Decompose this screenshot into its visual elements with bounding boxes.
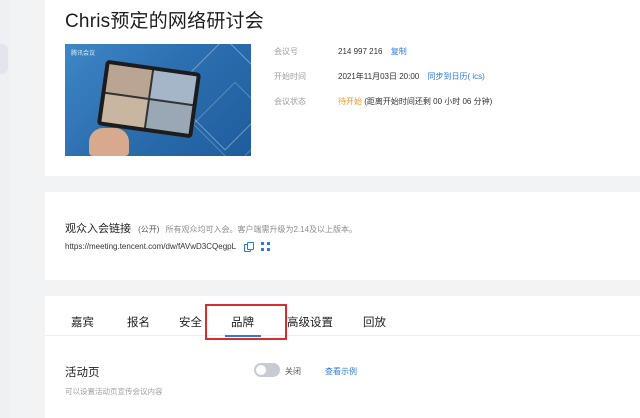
toggle-state-label: 关闭	[285, 367, 301, 376]
tab-security[interactable]: 安全	[179, 314, 202, 330]
meeting-id: 214 997 216	[338, 47, 383, 56]
hand-illustration	[89, 128, 129, 156]
activity-page-toggle[interactable]	[254, 363, 280, 377]
left-rail	[0, 0, 10, 418]
annotation-highlight-box	[205, 304, 287, 340]
public-tag: (公开)	[138, 225, 160, 234]
video-tile	[150, 70, 197, 105]
tab-registration[interactable]: 报名	[127, 314, 150, 330]
status-label: 会议状态	[274, 97, 306, 106]
meeting-id-label: 会议号	[274, 47, 298, 56]
video-tile	[101, 93, 148, 128]
status-value: 待开始 (距离开始时间还剩 00 小时 06 分钟)	[338, 96, 492, 107]
view-example-link[interactable]: 查看示例	[325, 366, 357, 377]
cover-brand-logo: 腾讯会议	[71, 51, 96, 57]
meeting-title: Chris预定的网络研讨会	[65, 11, 264, 32]
audience-link-heading: 观众入会链接 (公开) 所有观众均可入会。客户端需升级为2.14及以上版本。	[65, 220, 357, 236]
audience-link-description: 所有观众均可入会。客户端需升级为2.14及以上版本。	[165, 225, 358, 234]
toggle-knob	[256, 365, 266, 375]
audience-link-row: https://meeting.tencent.com/dw/fAVwD3CQe…	[65, 242, 271, 252]
audience-link-url[interactable]: https://meeting.tencent.com/dw/fAVwD3CQe…	[65, 242, 236, 251]
meeting-id-value: 214 997 216 复制	[338, 46, 407, 57]
start-time: 2021年11月03日 20:00	[338, 72, 420, 81]
audience-link-title: 观众入会链接	[65, 223, 131, 235]
meeting-info-card: Chris预定的网络研讨会 腾讯会议 会议号 214 997 216 复制 开始…	[45, 0, 640, 176]
qr-code-icon[interactable]	[261, 242, 271, 251]
countdown-text: (距离开始时间还剩 00 小时 06 分钟)	[364, 97, 493, 106]
audience-link-card: 观众入会链接 (公开) 所有观众均可入会。客户端需升级为2.14及以上版本。 h…	[45, 192, 640, 280]
activity-page-title: 活动页	[65, 367, 100, 379]
video-tile	[105, 64, 153, 98]
sync-calendar-link[interactable]: 同步到日历( ics)	[427, 72, 484, 81]
status-badge: 待开始	[338, 97, 362, 106]
tab-playback[interactable]: 回放	[363, 314, 386, 330]
tab-bar: 嘉宾 报名 安全 品牌 高级设置 回放	[45, 296, 640, 340]
tab-advanced-settings[interactable]: 高级设置	[287, 314, 333, 330]
tablet-illustration	[96, 59, 202, 139]
tab-guests[interactable]: 嘉宾	[71, 314, 94, 330]
video-tile	[145, 100, 193, 134]
start-time-value: 2021年11月03日 20:00 同步到日历( ics)	[338, 71, 485, 82]
meeting-cover-image: 腾讯会议	[65, 44, 251, 156]
sidebar-selected-indicator[interactable]	[0, 44, 8, 74]
start-time-label: 开始时间	[274, 72, 306, 81]
copy-meeting-id-button[interactable]: 复制	[391, 47, 407, 56]
activity-page-description: 可以设置活动页宣传会议内容	[65, 387, 163, 396]
settings-tabs-card: 嘉宾 报名 安全 品牌 高级设置 回放 活动页 可以设置活动页宣传会议内容 关闭…	[45, 296, 640, 418]
copy-icon[interactable]	[244, 242, 255, 252]
